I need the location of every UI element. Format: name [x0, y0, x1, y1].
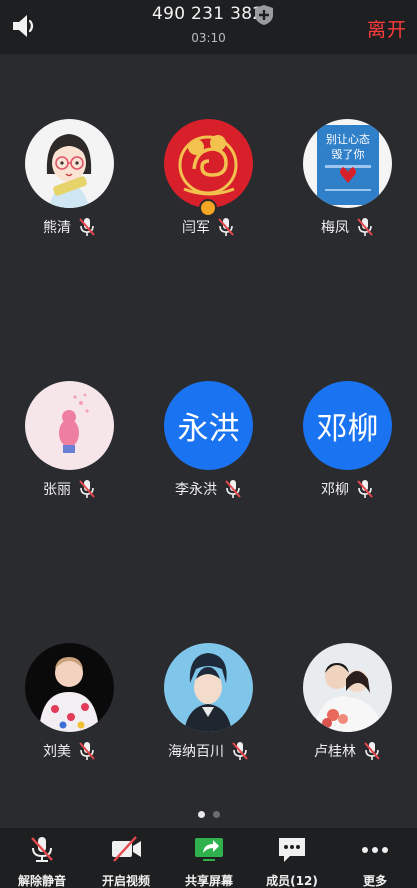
avatar-text: 永洪	[164, 381, 253, 470]
participant-tile[interactable]: 刘美	[0, 643, 139, 783]
participant-name: 李永洪	[175, 482, 217, 498]
more-label: 更多	[362, 874, 387, 888]
start-video-label: 开启视频	[101, 874, 150, 888]
muted-mic-icon	[79, 480, 95, 498]
participant-tile[interactable]: 邓柳 邓柳	[278, 381, 417, 521]
bottom-toolbar: 解除静音 开启视频 共享屏幕 成员(12) 更多	[0, 828, 417, 888]
more-dots-icon	[362, 847, 388, 853]
meeting-timer: 03:10	[191, 31, 226, 45]
top-bar: 490 231 382 03:10 离开	[0, 0, 417, 54]
participant-name: 熊清	[43, 220, 71, 236]
participant-tile[interactable]: 闫军	[139, 119, 278, 259]
share-screen-button[interactable]: 共享屏幕	[167, 828, 251, 888]
members-button[interactable]: 成员(12)	[250, 828, 334, 888]
muted-mic-icon	[357, 480, 373, 498]
participant-tile[interactable]: 卢桂林	[278, 643, 417, 783]
avatar	[25, 381, 114, 470]
leave-button[interactable]: 离开	[367, 15, 407, 42]
muted-mic-icon	[225, 480, 241, 498]
muted-mic-icon	[232, 742, 248, 760]
meeting-id[interactable]: 490 231 382	[152, 4, 263, 24]
participant-tile[interactable]: 熊清	[0, 119, 139, 259]
participant-name: 梅凤	[321, 220, 349, 236]
page-dot[interactable]	[212, 811, 220, 818]
avatar	[25, 119, 114, 208]
unmute-label: 解除静音	[17, 874, 66, 888]
participant-name: 张丽	[43, 482, 71, 498]
muted-mic-icon	[218, 218, 234, 236]
avatar	[303, 643, 392, 732]
muted-mic-icon	[79, 218, 95, 236]
avatar	[164, 643, 253, 732]
video-off-icon	[112, 836, 141, 862]
page-indicator[interactable]	[0, 811, 417, 818]
muted-mic-icon	[364, 742, 380, 760]
shield-icon[interactable]	[254, 4, 274, 26]
unmute-button[interactable]: 解除静音	[0, 828, 84, 888]
book-cover-line1: 别让心态	[326, 133, 370, 146]
avatar	[164, 119, 253, 208]
avatar-text: 邓柳	[303, 381, 392, 470]
participant-name: 卢桂林	[314, 744, 356, 760]
participant-name: 海纳百川	[168, 744, 224, 760]
share-screen-icon	[195, 838, 223, 861]
muted-mic-icon	[357, 218, 373, 236]
more-button[interactable]: 更多	[333, 828, 417, 888]
participant-name: 闫军	[182, 220, 210, 236]
host-badge-icon	[199, 199, 217, 217]
muted-mic-icon	[31, 837, 53, 862]
members-chat-icon	[279, 838, 305, 862]
participant-name: 刘美	[43, 744, 71, 760]
page-dot-active[interactable]	[197, 811, 205, 818]
members-label: 成员(12)	[266, 874, 318, 888]
avatar	[25, 643, 114, 732]
participant-name: 邓柳	[321, 482, 349, 498]
muted-mic-icon	[79, 742, 95, 760]
book-cover-line2: 毁了你	[332, 147, 365, 161]
avatar: 别让心态 毁了你	[303, 119, 392, 208]
participant-tile[interactable]: 别让心态 毁了你 梅凤	[278, 119, 417, 259]
start-video-button[interactable]: 开启视频	[84, 828, 168, 888]
participant-tile[interactable]: 永洪 李永洪	[139, 381, 278, 521]
share-screen-label: 共享屏幕	[184, 874, 233, 888]
participant-tile[interactable]: 海纳百川	[139, 643, 278, 783]
participant-tile[interactable]: 张丽	[0, 381, 139, 521]
